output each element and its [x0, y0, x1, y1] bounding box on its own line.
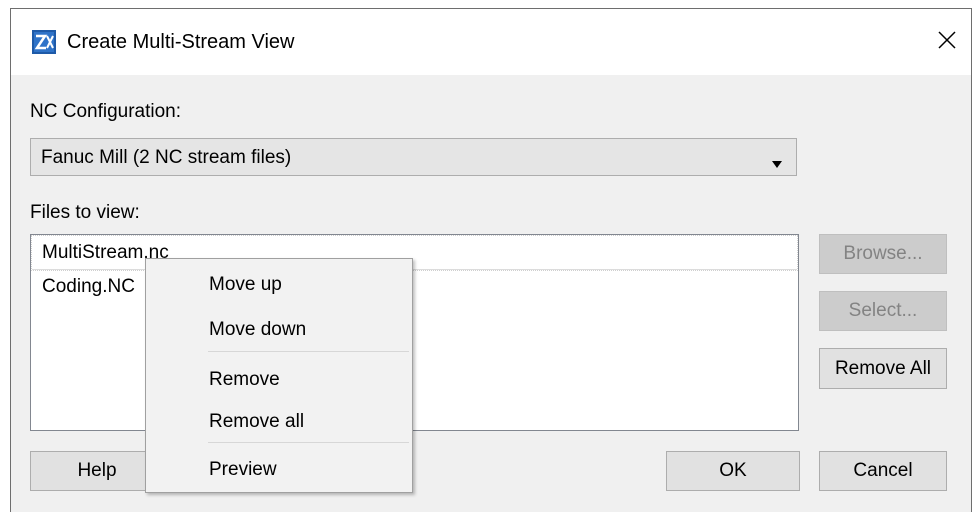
nc-configuration-label: NC Configuration:: [30, 101, 182, 122]
dialog-title: Create Multi-Stream View: [67, 31, 295, 53]
menu-separator: [208, 442, 409, 443]
ok-button[interactable]: OK: [666, 451, 800, 491]
dropdown-arrow-icon: [772, 155, 782, 173]
menu-item-remove[interactable]: Remove: [209, 369, 280, 391]
menu-item-preview[interactable]: Preview: [209, 459, 277, 481]
help-button[interactable]: Help: [30, 451, 164, 491]
cancel-button[interactable]: Cancel: [819, 451, 947, 491]
title-bar[interactable]: Create Multi-Stream View: [11, 9, 971, 75]
close-button[interactable]: [923, 9, 971, 75]
nc-configuration-value: Fanuc Mill (2 NC stream files): [41, 147, 292, 168]
menu-item-move-up[interactable]: Move up: [209, 274, 282, 296]
browse-button[interactable]: Browse...: [819, 234, 947, 274]
close-icon: [938, 30, 956, 54]
menu-item-remove-all[interactable]: Remove all: [209, 411, 304, 433]
zx-app-icon: [32, 30, 56, 54]
remove-all-button[interactable]: Remove All: [819, 348, 947, 389]
files-to-view-label: Files to view:: [30, 202, 140, 223]
menu-item-move-down[interactable]: Move down: [209, 319, 306, 341]
menu-separator: [208, 351, 409, 352]
nc-configuration-select[interactable]: Fanuc Mill (2 NC stream files): [30, 138, 797, 176]
select-button[interactable]: Select...: [819, 291, 947, 331]
context-menu: Move up Move down Remove Remove all Prev…: [145, 258, 413, 493]
